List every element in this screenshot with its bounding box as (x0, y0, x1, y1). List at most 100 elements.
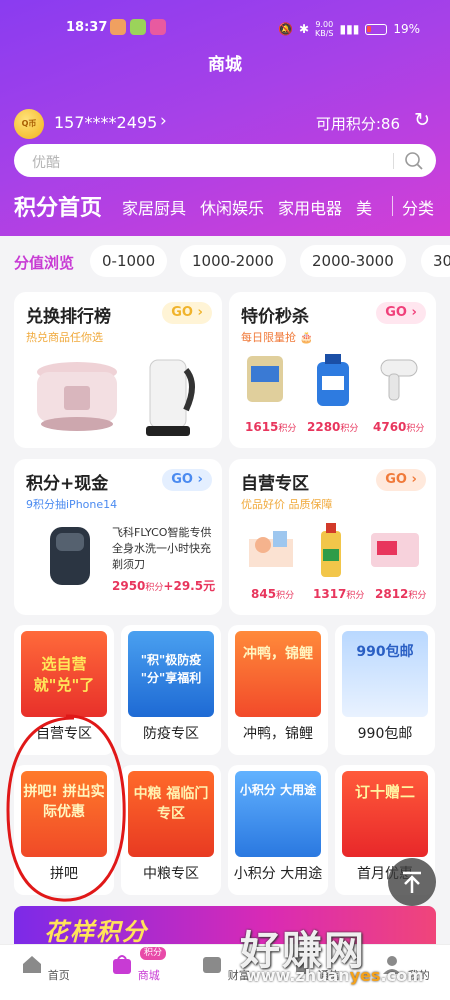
status-indicators: 🔕 ✱ 9.00 KB/S ▮▮▮ 19% (278, 20, 420, 38)
go-button[interactable]: GO › (376, 469, 426, 491)
category-tabs: 积分首页 家居厨具 休闲娱乐 家用电器 美 分类 (14, 190, 450, 224)
annotation-circle (6, 714, 126, 902)
card-title: 特价秒杀 (241, 307, 309, 327)
status-bar: 18:37 🔕 ✱ 9.00 KB/S ▮▮▮ 19% (0, 18, 450, 42)
search-icon[interactable] (404, 151, 424, 171)
tile-banner-image: 990包邮 (342, 631, 428, 717)
tile-small-points[interactable]: 小积分 大用途 小积分 大用途 (228, 765, 328, 895)
product-price: 4760积分 (373, 420, 425, 434)
self-operated-card[interactable]: 自营专区 优品好价 品质保障 GO › 845积分 1317积分 2812积分 (229, 459, 436, 615)
tile-label: 中粮专区 (143, 866, 199, 882)
rice-cooker-image (37, 362, 117, 431)
value-chip[interactable]: 30 (421, 245, 450, 277)
tab-beauty[interactable]: 美 (356, 195, 372, 219)
flash-sale-card[interactable]: 特价秒杀 每日限量抢 🎂 GO › 1615积分 2280积分 4760积分 (229, 292, 436, 448)
card-title: 积分+现金 (26, 474, 109, 494)
tissue-pack-image (371, 533, 419, 567)
tile-banner-image: 订十赠二 (342, 771, 428, 857)
card-subtitle: 9积分抽iPhone14 (26, 498, 118, 511)
card-title: 自营专区 (241, 474, 309, 494)
tab-badge: 积分 (140, 947, 167, 960)
wallet-icon (203, 957, 222, 973)
search-divider (393, 153, 394, 169)
chevron-right-icon[interactable]: › (160, 111, 167, 131)
tile-banner-image: 选自营 就"兑"了 (21, 631, 107, 717)
card-subtitle: 优品好价 品质保障 (241, 498, 333, 511)
search-bar[interactable]: 优酷 (14, 144, 436, 177)
tile-banner-image: 小积分 大用途 (235, 771, 321, 857)
product-price: 845积分 (251, 587, 295, 601)
promo-banner[interactable]: 花样积分 (14, 906, 436, 946)
app-notification-icon (150, 19, 166, 35)
kettle-image (146, 359, 195, 436)
tile-cofco[interactable]: 中粮 福临门专区 中粮专区 (121, 765, 221, 895)
user-phone[interactable]: 157****2495 (54, 113, 157, 132)
tile-label: 防疫专区 (143, 726, 199, 742)
tile-label: 冲鸭，锦鲤 (243, 726, 313, 742)
product-price: 1615积分 (245, 420, 297, 434)
tab-mall[interactable]: 积分 商城 (100, 947, 170, 983)
tab-home-kitchen[interactable]: 家居厨具 (122, 195, 186, 219)
product-description: 飞科FLYCO智能专供 全身水洗一小时快充剃须刀 (112, 526, 212, 571)
value-chip[interactable]: 1000-2000 (180, 245, 286, 277)
card-subtitle: 热兑商品任你选 (26, 331, 103, 344)
app-notification-icon (110, 19, 126, 35)
tile-banner-image: 冲鸭，锦鲤 (235, 631, 321, 717)
go-button[interactable]: GO › (376, 302, 426, 324)
promo-banner-text: 花样积分 (44, 918, 148, 946)
status-time: 18:37 (66, 20, 108, 35)
status-app-icons (110, 19, 166, 35)
value-browse-row: 分值浏览 0-1000 1000-2000 2000-3000 30 (0, 236, 450, 286)
value-chip[interactable]: 2000-3000 (300, 245, 406, 277)
product-price: 2280积分 (307, 420, 359, 434)
search-input[interactable]: 优酷 (32, 152, 60, 172)
tile-free-shipping[interactable]: 990包邮 990包邮 (335, 625, 435, 755)
page-title: 商城 (208, 55, 242, 75)
cake-icon: 🎂 (299, 331, 314, 344)
go-button[interactable]: GO › (162, 302, 212, 324)
tile-koi[interactable]: 冲鸭，锦鲤 冲鸭，锦鲤 (228, 625, 328, 755)
tab-separator (392, 196, 393, 216)
tab-classify[interactable]: 分类 (402, 195, 434, 219)
tab-appliances[interactable]: 家用电器 (278, 195, 342, 219)
product-price: 2950积分+29.5元 (112, 579, 216, 593)
points-cash-card[interactable]: 积分+现金 9积分抽iPhone14 GO › 飞科FLYCO智能专供 全身水洗… (14, 459, 222, 615)
tile-label: 小积分 大用途 (233, 866, 323, 882)
shaver-image (50, 527, 90, 585)
card-title: 兑换排行榜 (26, 307, 111, 327)
shopping-bag-icon (113, 955, 132, 974)
battery-icon (365, 23, 388, 35)
value-chip[interactable]: 0-1000 (90, 245, 168, 277)
ranking-card[interactable]: 兑换排行榜 热兑商品任你选 GO › (14, 292, 222, 448)
app-notification-icon (130, 19, 146, 35)
go-button[interactable]: GO › (162, 469, 212, 491)
tile-label: 990包邮 (357, 726, 413, 742)
tab-points-home[interactable]: 积分首页 (14, 190, 102, 222)
network-speed: 9.00 KB/S (315, 20, 334, 38)
user-info-row: Q币 157****2495 › 可用积分:86 ↻ (14, 108, 436, 139)
detergent-image (317, 354, 349, 406)
battery-percent: 19% (393, 22, 420, 36)
tab-home[interactable]: 首页 (10, 953, 80, 983)
signal-icon: ▮▮▮ (339, 22, 360, 36)
mute-icon: 🔕 (277, 22, 293, 36)
avatar[interactable]: Q币 (14, 109, 44, 139)
tile-banner-image: "积"极防疫 "分"享福利 (128, 631, 214, 717)
gift-box-image (249, 531, 293, 567)
tile-banner-image: 中粮 福临门专区 (128, 771, 214, 857)
bluetooth-icon: ✱ (298, 22, 309, 36)
tab-leisure[interactable]: 休闲娱乐 (200, 195, 264, 219)
hair-dryer-image (380, 359, 418, 401)
product-price: 2812积分 (375, 587, 427, 601)
available-points: 可用积分:86 (315, 115, 400, 133)
refresh-icon[interactable]: ↻ (414, 109, 430, 131)
tile-epidemic[interactable]: "积"极防疫 "分"享福利 防疫专区 (121, 625, 221, 755)
oil-bottle-image (321, 523, 341, 577)
product-price: 1317积分 (313, 587, 365, 601)
value-browse-label: 分值浏览 (14, 254, 75, 272)
back-to-top-button[interactable] (388, 858, 436, 906)
arrow-up-icon (403, 871, 421, 893)
rice-bag-image (247, 356, 283, 402)
watermark-url: www.zhuanyes.com (246, 966, 424, 985)
home-icon (23, 956, 42, 973)
